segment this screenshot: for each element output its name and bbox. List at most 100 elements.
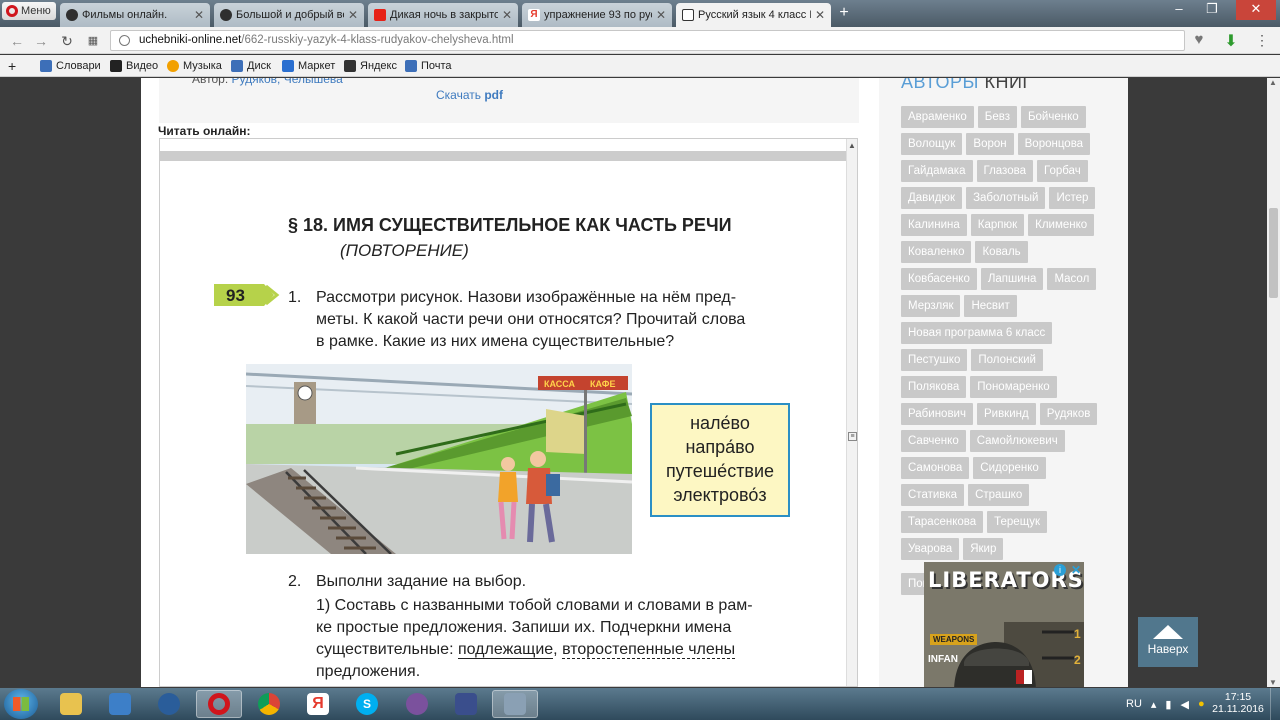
viewer-scrollbar[interactable]: ▲ ≡: [846, 139, 857, 686]
yandex-disk-tray-icon[interactable]: ●: [1198, 698, 1205, 710]
author-tag[interactable]: Несвит: [964, 295, 1017, 317]
author-tag[interactable]: Волощук: [901, 133, 963, 155]
author-tag[interactable]: Воронцова: [1017, 133, 1091, 155]
system-clock[interactable]: 17:15 21.11.2016: [1212, 691, 1264, 715]
author-tag[interactable]: Мерзляк: [901, 295, 961, 317]
taskbar-app[interactable]: [443, 690, 489, 718]
volume-icon[interactable]: ◀: [1180, 698, 1188, 711]
taskbar-chrome[interactable]: [246, 690, 292, 718]
close-tab-icon[interactable]: ✕: [815, 8, 825, 22]
author-tag[interactable]: Коваль: [975, 241, 1028, 263]
author-tag[interactable]: Рабинович: [901, 403, 973, 425]
author-tag[interactable]: Истер: [1049, 187, 1096, 209]
start-button[interactable]: [4, 689, 38, 719]
author-tag[interactable]: Давидюк: [901, 187, 963, 209]
reload-button[interactable]: ↻: [58, 32, 76, 50]
show-desktop-button[interactable]: [1270, 688, 1280, 720]
author-tag[interactable]: Лапшина: [980, 268, 1044, 290]
tab-2[interactable]: Большой и добрый вели ✕: [214, 3, 364, 27]
author-tag[interactable]: Бойченко: [1020, 106, 1086, 128]
author-tag[interactable]: Терещук: [987, 511, 1048, 533]
author-tag[interactable]: Пестушко: [901, 349, 968, 371]
taskbar-explorer[interactable]: [48, 690, 94, 718]
bookmark-slovari[interactable]: Словари: [40, 58, 101, 74]
speed-dial-icon[interactable]: ▦: [84, 32, 102, 50]
bookmark-mail[interactable]: Почта: [405, 58, 452, 74]
ad-close-icon[interactable]: ✕: [1071, 563, 1081, 577]
ad-info-icon[interactable]: i: [1054, 564, 1066, 576]
author-tag[interactable]: Бевз: [977, 106, 1017, 128]
author-tag[interactable]: Уварова: [901, 538, 960, 560]
tab-3[interactable]: Дикая ночь в закрытой К ✕: [368, 3, 518, 27]
maximize-button[interactable]: ❐: [1198, 0, 1226, 20]
close-tab-icon[interactable]: ✕: [194, 8, 204, 22]
author-tag[interactable]: Рудяков: [1039, 403, 1098, 425]
author-tag[interactable]: Гайдамака: [901, 160, 973, 182]
author-tag[interactable]: Пономаренко: [970, 376, 1057, 398]
scroll-up-arrow-icon[interactable]: ▲: [1269, 78, 1277, 87]
network-icon[interactable]: ▮: [1165, 698, 1171, 711]
author-tag[interactable]: Клименко: [1028, 214, 1095, 236]
more-menu-icon[interactable]: ⋮: [1255, 31, 1269, 49]
back-button[interactable]: ←: [8, 32, 26, 50]
author-tag[interactable]: Ворон: [966, 133, 1014, 155]
author-tag[interactable]: Новая программа 6 класс: [901, 322, 1053, 344]
minimize-button[interactable]: –: [1165, 0, 1193, 20]
author-tag[interactable]: Карпюк: [970, 214, 1025, 236]
taskbar-opera[interactable]: [196, 690, 242, 718]
author-tag[interactable]: Самонова: [901, 457, 970, 479]
pdf-viewer[interactable]: § 18. ИМЯ СУЩЕСТВИТЕЛЬНОЕ КАК ЧАСТЬ РЕЧИ…: [159, 138, 858, 687]
bookmark-heart-icon[interactable]: ♥: [1190, 31, 1208, 49]
advertisement[interactable]: 1 2 LIBERATORS i ✕ WEAPONS INFAN: [924, 562, 1084, 687]
author-tag[interactable]: Савченко: [901, 430, 966, 452]
author-tag[interactable]: Коваленко: [901, 241, 972, 263]
author-tag[interactable]: Калинина: [901, 214, 967, 236]
author-tag[interactable]: Ковбасенко: [901, 268, 977, 290]
author-link[interactable]: Рудяков, Челышева: [232, 78, 343, 86]
address-bar[interactable]: uchebniki-online.net/662-russkiy-yazyk-4…: [110, 30, 1185, 51]
forward-button[interactable]: →: [32, 32, 50, 50]
taskbar-media[interactable]: [146, 690, 192, 718]
tray-arrow-icon[interactable]: ▴: [1151, 698, 1157, 711]
author-tag[interactable]: Самойлюкевич: [969, 430, 1065, 452]
bookmark-market[interactable]: Маркет: [282, 58, 335, 74]
page-scrollbar[interactable]: ▲ ▼: [1267, 78, 1280, 687]
author-tag[interactable]: Страшко: [968, 484, 1030, 506]
author-tag[interactable]: Тарасенкова: [901, 511, 984, 533]
taskbar-skype[interactable]: S: [344, 690, 390, 718]
author-tag[interactable]: Заболотный: [966, 187, 1046, 209]
author-tag[interactable]: Горбач: [1036, 160, 1088, 182]
author-tag[interactable]: Якир: [963, 538, 1004, 560]
opera-menu-button[interactable]: Меню: [2, 2, 56, 20]
author-tag[interactable]: Полонский: [971, 349, 1043, 371]
back-to-top-button[interactable]: Наверх: [1138, 617, 1198, 667]
bookmark-disk[interactable]: Диск: [231, 58, 271, 74]
site-info-icon[interactable]: [119, 35, 130, 46]
author-tag[interactable]: Ривкинд: [976, 403, 1036, 425]
author-tag[interactable]: Авраменко: [901, 106, 974, 128]
add-bookmark-button[interactable]: +: [8, 58, 16, 74]
close-window-button[interactable]: ✕: [1236, 0, 1276, 20]
author-tag[interactable]: Стативка: [901, 484, 965, 506]
taskbar-app-2[interactable]: [492, 690, 538, 718]
bookmark-music[interactable]: Музыка: [167, 58, 222, 74]
taskbar-yandex[interactable]: Я: [295, 690, 341, 718]
language-indicator[interactable]: RU: [1126, 698, 1142, 710]
taskbar-mail[interactable]: [97, 690, 143, 718]
download-pdf-link[interactable]: Скачать pdf: [436, 88, 503, 102]
scroll-down-arrow-icon[interactable]: ▼: [1269, 678, 1277, 687]
tab-5-active[interactable]: Русский язык 4 класс Руд ✕: [676, 3, 831, 27]
bookmark-video[interactable]: Видео: [110, 58, 158, 74]
scroll-up-arrow-icon[interactable]: ▲: [848, 141, 856, 150]
tab-1[interactable]: Фильмы онлайн. ✕: [60, 3, 210, 27]
download-icon[interactable]: ⬇: [1222, 31, 1240, 50]
scroll-thumb[interactable]: [1269, 208, 1278, 298]
new-tab-button[interactable]: +: [836, 5, 852, 21]
tab-4[interactable]: Я упражнение 93 по русск ✕: [522, 3, 672, 27]
author-tag[interactable]: Масол: [1047, 268, 1097, 290]
close-tab-icon[interactable]: ✕: [502, 8, 512, 22]
close-tab-icon[interactable]: ✕: [348, 8, 358, 22]
taskbar-viber[interactable]: [394, 690, 440, 718]
bookmark-yandex[interactable]: Яндекс: [344, 58, 397, 74]
author-tag[interactable]: Глазова: [976, 160, 1033, 182]
